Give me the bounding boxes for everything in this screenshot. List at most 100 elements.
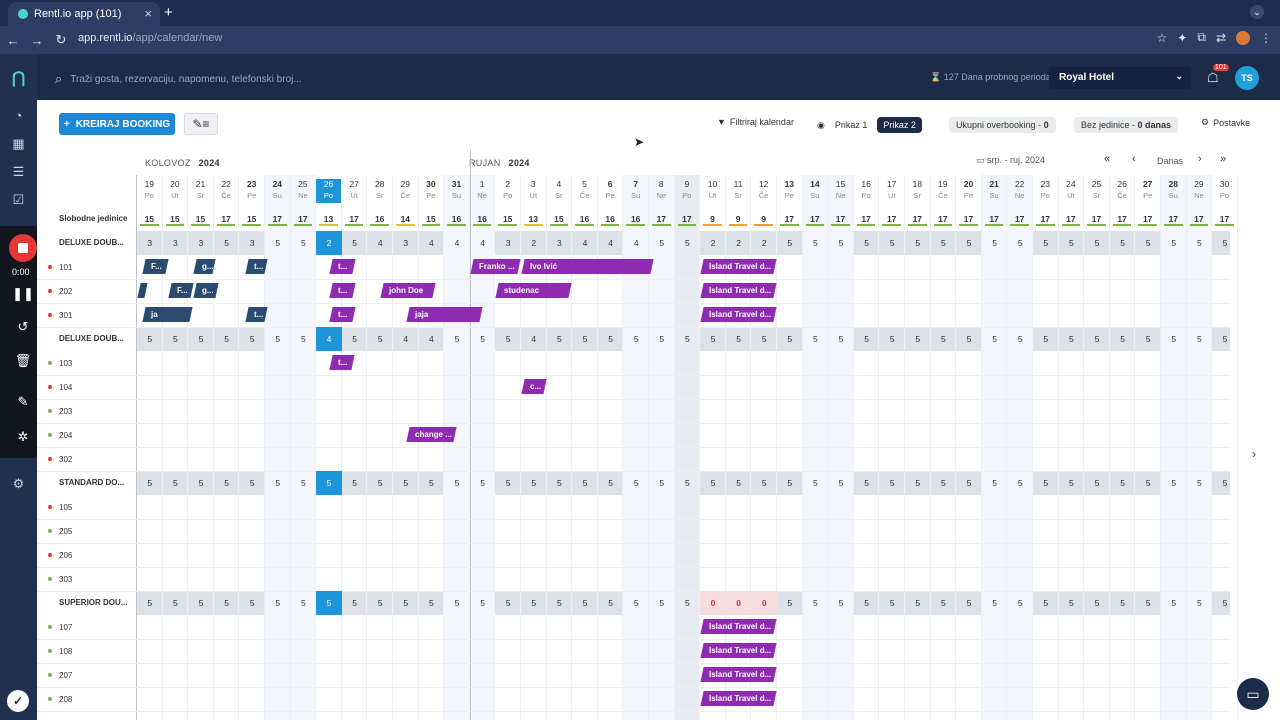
edit-list-button[interactable]: ✎≡ bbox=[184, 113, 218, 135]
create-booking-button[interactable]: + KREIRAJ BOOKING bbox=[59, 113, 175, 135]
reservations-icon[interactable]: ☰ bbox=[0, 164, 37, 180]
day-header[interactable]: 9 Po bbox=[675, 179, 700, 203]
booking-bar[interactable]: t... bbox=[329, 283, 356, 298]
booking-bar[interactable]: t... bbox=[244, 307, 268, 322]
day-header[interactable]: 28 Sr bbox=[367, 179, 392, 203]
booking-bar[interactable]: studenac bbox=[495, 283, 572, 298]
stop-recording-button[interactable] bbox=[9, 234, 37, 262]
view1-button[interactable]: Prikaz 1 bbox=[829, 117, 874, 133]
booking-bar[interactable]: Island Travel d... bbox=[700, 259, 777, 274]
room-name[interactable]: 101 bbox=[59, 263, 72, 272]
room-name[interactable]: 107 bbox=[59, 623, 72, 632]
booking-bar[interactable]: ja bbox=[142, 307, 193, 322]
day-header[interactable]: 29 Če bbox=[393, 179, 418, 203]
day-header[interactable]: 30 Pe bbox=[419, 179, 444, 203]
translate-icon[interactable]: ⇄ bbox=[1216, 31, 1226, 45]
group-name[interactable]: SUPERIOR DOU... bbox=[59, 598, 127, 607]
day-header[interactable]: 10 Ut bbox=[700, 179, 725, 203]
booking-bar[interactable]: t... bbox=[329, 259, 356, 274]
day-header[interactable]: 27 Pe bbox=[1135, 179, 1160, 203]
day-header[interactable]: 27 Ut bbox=[342, 179, 367, 203]
day-header[interactable]: 23 Pe bbox=[239, 179, 264, 203]
room-name[interactable]: 204 bbox=[59, 431, 72, 440]
first-page-icon[interactable]: « bbox=[1104, 153, 1110, 165]
booking-bar[interactable]: jaja bbox=[406, 307, 483, 322]
hotel-selector[interactable]: Royal Hotel ⌄ bbox=[1049, 67, 1191, 89]
search-input[interactable]: Traži gosta, rezervaciju, napomenu, tele… bbox=[70, 74, 301, 85]
booking-bar[interactable]: g... bbox=[193, 259, 216, 274]
filter-calendar-button[interactable]: ▼ Filtriraj kalendar bbox=[717, 117, 794, 127]
booking-bar[interactable]: t... bbox=[329, 355, 355, 370]
address-bar[interactable]: app.rentl.io/app/calendar/new bbox=[78, 32, 222, 44]
day-header[interactable]: 13 Pe bbox=[777, 179, 802, 203]
user-avatar[interactable]: TS bbox=[1235, 66, 1259, 90]
dashboard-icon[interactable]: ◔ bbox=[0, 108, 37, 123]
room-name[interactable]: 205 bbox=[59, 527, 72, 536]
room-name[interactable]: 207 bbox=[59, 671, 72, 680]
day-header[interactable]: 22 Če bbox=[214, 179, 239, 203]
room-name[interactable]: 301 bbox=[59, 311, 72, 320]
room-name[interactable]: 202 bbox=[59, 287, 72, 296]
room-name[interactable]: 206 bbox=[59, 551, 72, 560]
group-name[interactable]: STANDARD DO... bbox=[59, 478, 124, 487]
day-header[interactable]: 17 Ut bbox=[879, 179, 904, 203]
room-name[interactable]: 302 bbox=[59, 455, 72, 464]
day-header[interactable]: 5 Če bbox=[572, 179, 597, 203]
close-tab-icon[interactable]: × bbox=[144, 6, 152, 21]
next-icon[interactable]: › bbox=[1198, 153, 1202, 165]
prev-icon[interactable]: ‹ bbox=[1132, 153, 1136, 165]
room-name[interactable]: 203 bbox=[59, 407, 72, 416]
global-search[interactable]: ⌕ Traži gosta, rezervaciju, napomenu, te… bbox=[55, 71, 302, 87]
view2-button[interactable]: Prikaz 2 bbox=[877, 117, 922, 133]
day-header[interactable]: 26 Po bbox=[316, 179, 341, 203]
day-header[interactable]: 2 Po bbox=[495, 179, 520, 203]
day-header[interactable]: 21 Sr bbox=[188, 179, 213, 203]
day-header[interactable]: 22 Ne bbox=[1007, 179, 1032, 203]
day-header[interactable]: 14 Su bbox=[803, 179, 828, 203]
group-name[interactable]: DELUXE DOUB... bbox=[59, 334, 124, 343]
no-unit-badge[interactable]: Bez jedinice - 0 danas bbox=[1074, 117, 1179, 133]
scroll-right-icon[interactable]: › bbox=[1252, 447, 1256, 461]
booking-bar[interactable]: Island Travel d... bbox=[700, 307, 777, 322]
day-header[interactable]: 21 Su bbox=[982, 179, 1007, 203]
day-header[interactable]: 18 Sr bbox=[905, 179, 930, 203]
booking-bar[interactable]: g... bbox=[193, 283, 219, 298]
extension-icon[interactable]: ✦ bbox=[1177, 31, 1187, 45]
booking-bar[interactable]: t... bbox=[329, 307, 356, 322]
booking-bar[interactable]: Island Travel d... bbox=[700, 667, 777, 682]
day-header[interactable]: 24 Su bbox=[265, 179, 290, 203]
day-header[interactable]: 24 Ut bbox=[1059, 179, 1084, 203]
day-header[interactable]: 1 Ne bbox=[470, 179, 495, 203]
today-button[interactable]: Danas bbox=[1157, 156, 1183, 166]
day-header[interactable]: 23 Po bbox=[1033, 179, 1058, 203]
settings-gear-icon[interactable]: ⚙ bbox=[0, 476, 37, 492]
profile-avatar[interactable] bbox=[1236, 30, 1250, 45]
booking-bar[interactable]: t... bbox=[244, 259, 268, 274]
day-header[interactable]: 20 Ut bbox=[163, 179, 188, 203]
bookmark-star-icon[interactable]: ☆ bbox=[1157, 31, 1168, 45]
booking-bar[interactable]: F... bbox=[142, 259, 169, 274]
calendar-icon[interactable]: ▦ bbox=[0, 136, 37, 152]
overbooking-badge[interactable]: Ukupni overbooking - 0 bbox=[949, 117, 1056, 133]
booking-bar[interactable]: Island Travel d... bbox=[700, 619, 777, 634]
day-header[interactable]: 16 Po bbox=[854, 179, 879, 203]
day-header[interactable]: 31 Su bbox=[444, 179, 469, 203]
group-name[interactable]: DELUXE DOUB... bbox=[59, 238, 124, 247]
booking-bar[interactable]: john Doe bbox=[380, 283, 437, 298]
tasks-icon[interactable]: ☑ bbox=[0, 192, 37, 208]
check-icon[interactable]: ✓ bbox=[7, 690, 29, 712]
booking-bar[interactable]: F... bbox=[168, 283, 193, 298]
tab-search-icon[interactable]: ⌄ bbox=[1250, 5, 1264, 19]
day-header[interactable]: 25 Ne bbox=[291, 179, 316, 203]
day-header[interactable]: 20 Pe bbox=[956, 179, 981, 203]
day-header[interactable]: 30 Po bbox=[1212, 179, 1237, 203]
day-header[interactable]: 8 Ne bbox=[649, 179, 674, 203]
room-name[interactable]: 208 bbox=[59, 695, 72, 704]
booking-bar[interactable]: Island Travel d... bbox=[700, 691, 777, 706]
room-name[interactable]: 104 bbox=[59, 383, 72, 392]
day-header[interactable]: 3 Ut bbox=[521, 179, 546, 203]
room-name[interactable]: 108 bbox=[59, 647, 72, 656]
chat-button[interactable]: ▭ bbox=[1237, 678, 1269, 710]
settings-button[interactable]: ⚙ Postavke bbox=[1201, 117, 1250, 128]
back-icon[interactable]: ← bbox=[2, 33, 24, 48]
